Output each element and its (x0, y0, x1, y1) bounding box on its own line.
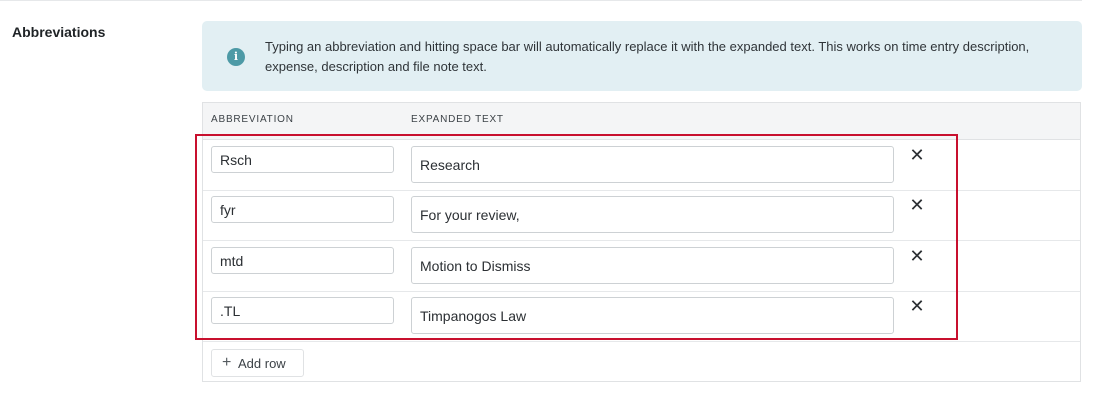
table-header: ABBREVIATION EXPANDED TEXT (203, 103, 1080, 140)
expanded-text-input[interactable]: Research (411, 146, 894, 183)
abbreviation-input[interactable] (211, 146, 394, 173)
add-row-label: Add row (238, 356, 286, 371)
section-title: Abbreviations (12, 24, 106, 40)
info-icon: i (227, 48, 245, 66)
top-divider (0, 0, 1082, 1)
table-row: Motion to Dismiss ✕ (203, 241, 1080, 292)
table-row: Research ✕ (203, 140, 1080, 191)
column-header-abbreviation: ABBREVIATION (211, 114, 294, 125)
abbreviation-input[interactable] (211, 247, 394, 274)
plus-icon: + (222, 354, 232, 371)
table-row: For your review, ✕ (203, 190, 1080, 241)
close-icon[interactable]: ✕ (906, 194, 928, 216)
expanded-text-input[interactable]: For your review, (411, 196, 894, 233)
abbreviation-input[interactable] (211, 297, 394, 324)
close-icon[interactable]: ✕ (906, 295, 928, 317)
expanded-text-input[interactable]: Timpanogos Law (411, 297, 894, 334)
close-icon[interactable]: ✕ (906, 144, 928, 166)
info-text: Typing an abbreviation and hitting space… (265, 39, 1030, 74)
close-icon[interactable]: ✕ (906, 245, 928, 267)
column-header-expanded-text: EXPANDED TEXT (411, 114, 504, 125)
expanded-text-input[interactable]: Motion to Dismiss (411, 247, 894, 284)
abbreviations-table: ABBREVIATION EXPANDED TEXT Research ✕ Fo… (202, 102, 1081, 382)
table-row: Timpanogos Law ✕ (203, 291, 1080, 342)
abbreviation-input[interactable] (211, 196, 394, 223)
add-row-button[interactable]: + Add row (211, 349, 304, 377)
info-callout: i Typing an abbreviation and hitting spa… (202, 21, 1082, 91)
